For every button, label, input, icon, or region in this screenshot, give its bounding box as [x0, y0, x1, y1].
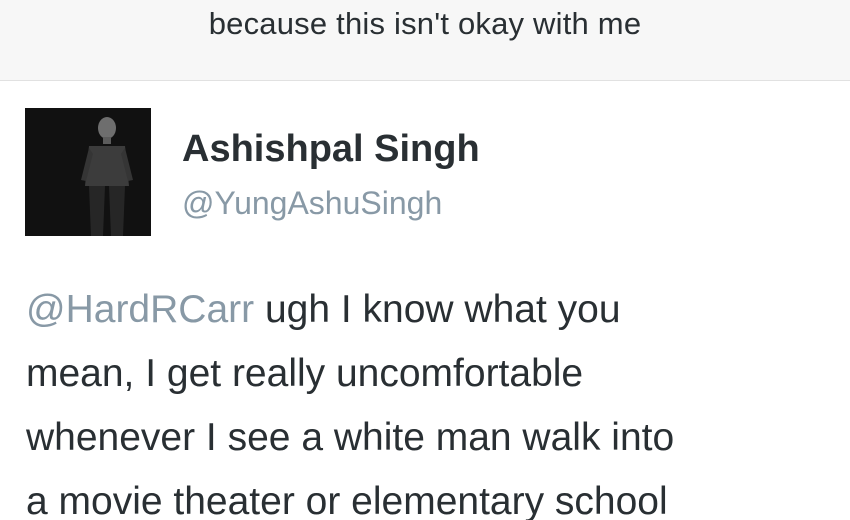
previous-tweet: because this isn't okay with me: [0, 0, 850, 80]
tweet-line: a movie theater or elementary school: [26, 480, 668, 520]
avatar[interactable]: [25, 108, 151, 236]
tweet-line: whenever I see a white man walk into: [26, 416, 675, 459]
tweet-text: @HardRCarr ugh I know what you mean, I g…: [26, 278, 836, 520]
mention-link[interactable]: @HardRCarr: [26, 288, 254, 331]
author-handle[interactable]: @YungAshuSingh: [182, 185, 442, 222]
tweet-thread-screen: because this isn't okay with me Ashishpa…: [0, 0, 850, 520]
avatar-photo-icon: [25, 108, 151, 236]
tweet-line: @HardRCarr ugh I know what you: [26, 278, 836, 342]
tweet-line: mean, I get really uncomfortable: [26, 352, 584, 395]
previous-tweet-text: because this isn't okay with me: [208, 6, 642, 41]
author-name[interactable]: Ashishpal Singh: [182, 128, 480, 171]
tweet-divider: [0, 80, 850, 81]
tweet-line-text: ugh I know what you: [254, 288, 621, 331]
